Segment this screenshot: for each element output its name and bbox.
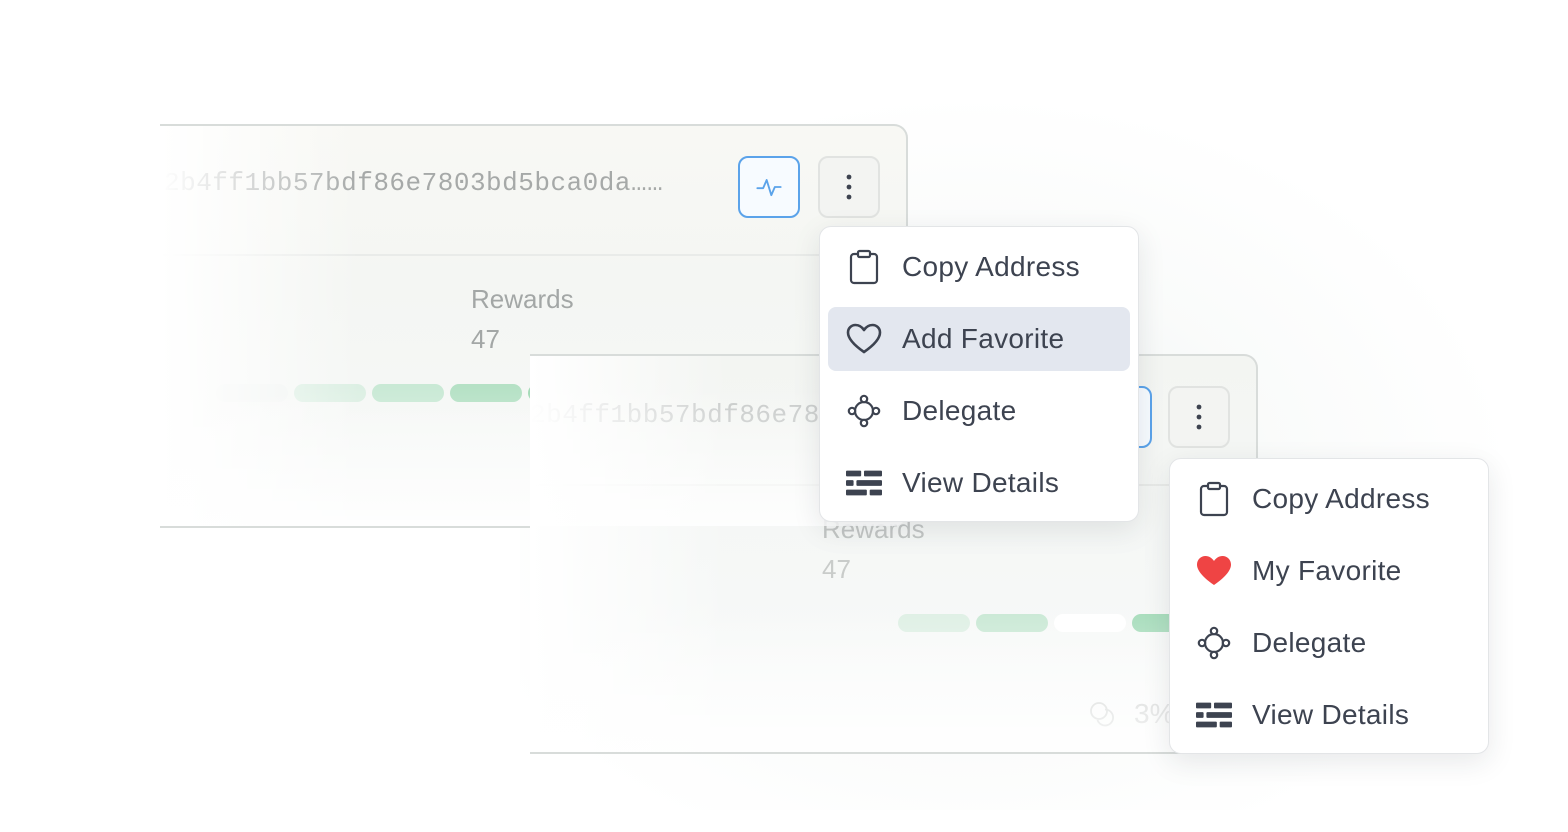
menu-item-label: Copy Address bbox=[1252, 483, 1430, 514]
heart-filled-icon bbox=[1196, 553, 1232, 589]
more-vertical-icon bbox=[1196, 404, 1202, 430]
menu-item-view-details[interactable]: View Details bbox=[1178, 683, 1480, 747]
validator-address: 2b4ff1bb57bdf86e7803bd5bca0da…… bbox=[164, 168, 664, 198]
more-options-button[interactable] bbox=[818, 156, 880, 218]
uptime-segment bbox=[976, 614, 1048, 632]
details-icon bbox=[1196, 697, 1232, 733]
menu-item-label: My Favorite bbox=[1252, 555, 1402, 586]
commission-rate: 3% bbox=[1088, 698, 1174, 730]
card-divider bbox=[160, 254, 906, 256]
more-options-button[interactable] bbox=[1168, 386, 1230, 448]
menu-item-label: View Details bbox=[902, 467, 1060, 498]
options-menu-1: Copy Address Add Favorite Delegate View … bbox=[819, 226, 1139, 522]
menu-item-delegate[interactable]: Delegate bbox=[1178, 611, 1480, 675]
menu-item-view-details[interactable]: View Details bbox=[828, 451, 1130, 515]
delegate-icon bbox=[1196, 625, 1232, 661]
menu-item-delegate[interactable]: Delegate bbox=[828, 379, 1130, 443]
menu-item-label: Add Favorite bbox=[902, 323, 1065, 354]
pulse-icon bbox=[756, 179, 782, 197]
menu-item-my-favorite[interactable]: My Favorite bbox=[1178, 539, 1480, 603]
clipboard-icon bbox=[846, 249, 882, 285]
menu-item-label: View Details bbox=[1252, 699, 1410, 730]
coins-icon bbox=[1090, 702, 1114, 727]
menu-item-copy-address[interactable]: Copy Address bbox=[1178, 467, 1480, 531]
details-icon bbox=[846, 465, 882, 501]
uptime-segment bbox=[898, 614, 970, 632]
uptime-segment bbox=[1054, 614, 1126, 632]
menu-item-label: Delegate bbox=[1252, 627, 1367, 658]
heart-outline-icon bbox=[846, 321, 882, 357]
more-vertical-icon bbox=[846, 174, 852, 200]
menu-item-label: Copy Address bbox=[902, 251, 1080, 282]
uptime-segment bbox=[450, 384, 522, 402]
rewards-value: 47 bbox=[822, 554, 851, 584]
uptime-segment bbox=[294, 384, 366, 402]
clipboard-icon bbox=[1196, 481, 1232, 517]
menu-item-copy-address[interactable]: Copy Address bbox=[828, 235, 1130, 299]
menu-item-label: Delegate bbox=[902, 395, 1017, 426]
options-menu-2: Copy Address My Favorite Delegate View D… bbox=[1169, 458, 1489, 754]
menu-item-add-favorite[interactable]: Add Favorite bbox=[828, 307, 1130, 371]
uptime-segment bbox=[372, 384, 444, 402]
card-fade-bottom bbox=[530, 612, 1256, 752]
activity-button[interactable] bbox=[738, 156, 800, 218]
rewards-label: Rewards bbox=[471, 284, 574, 314]
delegate-icon bbox=[846, 393, 882, 429]
uptime-segment bbox=[216, 384, 288, 402]
rewards-value: 47 bbox=[471, 324, 500, 354]
